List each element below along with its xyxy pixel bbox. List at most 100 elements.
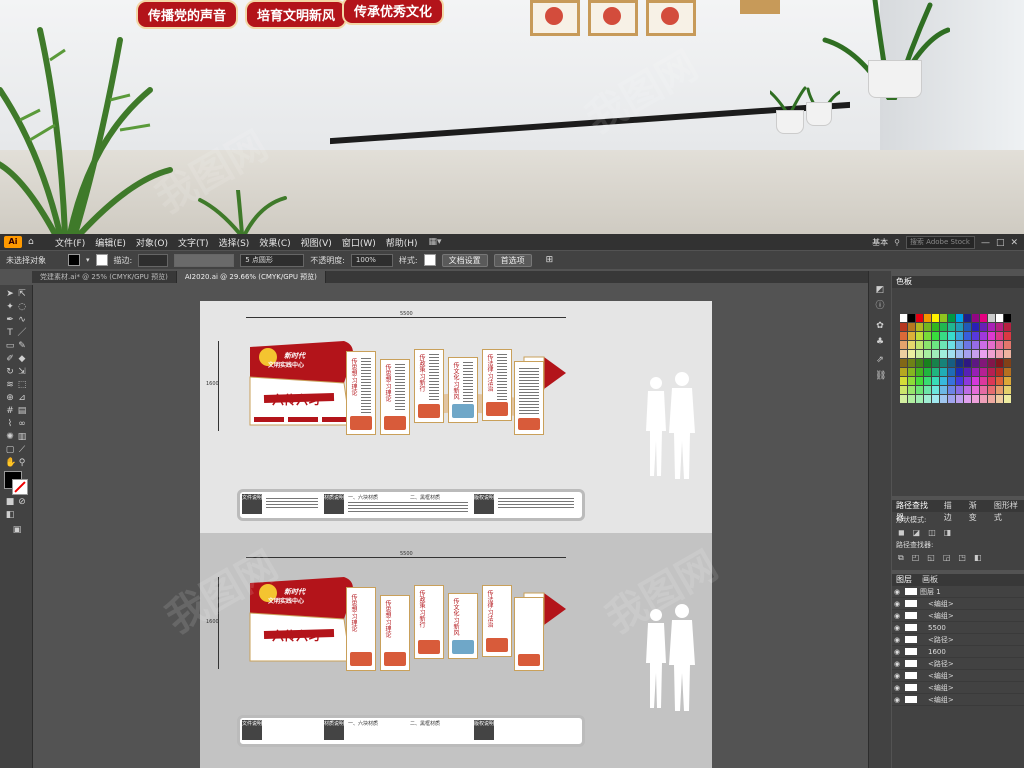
close-icon[interactable]: ✕ <box>1010 238 1018 248</box>
color-swatch[interactable] <box>948 350 955 358</box>
symbols-panel-icon[interactable]: ♣ <box>875 337 885 347</box>
hand-tool-icon[interactable]: ✋ <box>5 458 16 468</box>
minus-front-icon[interactable]: ◪ <box>913 528 921 537</box>
color-swatch[interactable] <box>956 359 963 367</box>
color-swatch[interactable] <box>964 377 971 385</box>
color-swatch[interactable] <box>924 314 931 322</box>
minus-back-icon[interactable]: ◧ <box>974 553 982 563</box>
screen-mode-icon[interactable]: ▣ <box>12 525 22 535</box>
color-swatch[interactable] <box>932 314 939 322</box>
selection-tool-icon[interactable]: ➤ <box>5 289 15 299</box>
minimize-icon[interactable]: — <box>981 238 990 248</box>
layer-row[interactable]: ◉ 图层 1 <box>892 586 1024 598</box>
color-swatch[interactable] <box>964 386 971 394</box>
export-panel-icon[interactable]: ⇗ <box>875 355 885 365</box>
eraser-icon[interactable]: ◆ <box>17 354 27 364</box>
color-swatch[interactable] <box>988 314 995 322</box>
color-swatch[interactable] <box>916 341 923 349</box>
color-swatch[interactable] <box>988 395 995 403</box>
intersect-icon[interactable]: ◫ <box>928 528 936 537</box>
color-swatch[interactable] <box>940 395 947 403</box>
color-swatch[interactable] <box>940 332 947 340</box>
color-swatch[interactable] <box>964 323 971 331</box>
color-swatch[interactable] <box>948 386 955 394</box>
color-swatch[interactable] <box>908 350 915 358</box>
fill-swatch[interactable] <box>68 254 80 266</box>
color-swatch[interactable] <box>948 377 955 385</box>
info-panel-icon[interactable]: ⓘ <box>875 301 885 311</box>
color-swatch[interactable] <box>964 350 971 358</box>
color-swatch[interactable] <box>1004 332 1011 340</box>
divide-icon[interactable]: ⧉ <box>898 553 904 563</box>
color-mode-icon[interactable]: ■ <box>5 497 15 507</box>
mesh-icon[interactable]: # <box>5 406 15 416</box>
color-swatch[interactable] <box>980 359 987 367</box>
color-swatch[interactable] <box>900 314 907 322</box>
eyedropper-icon[interactable]: ⌇ <box>5 419 15 429</box>
color-swatch[interactable] <box>988 386 995 394</box>
color-swatch[interactable] <box>980 368 987 376</box>
brush-definition[interactable]: 5 点圆形 <box>240 253 305 267</box>
tab-artboards[interactable]: 画板 <box>922 574 938 586</box>
color-swatch[interactable] <box>956 341 963 349</box>
color-swatch[interactable] <box>916 323 923 331</box>
color-swatch[interactable] <box>932 377 939 385</box>
color-swatch[interactable] <box>996 323 1003 331</box>
color-swatch[interactable] <box>948 314 955 322</box>
visibility-eye-icon[interactable]: ◉ <box>892 588 902 596</box>
color-swatch[interactable] <box>988 359 995 367</box>
color-swatch[interactable] <box>964 395 971 403</box>
zoom-tool-icon[interactable]: ⚲ <box>17 458 27 468</box>
color-swatch[interactable] <box>908 386 915 394</box>
visibility-eye-icon[interactable]: ◉ <box>892 660 902 668</box>
crop-icon[interactable]: ◲ <box>943 553 951 563</box>
color-swatch[interactable] <box>908 323 915 331</box>
color-swatch[interactable] <box>908 368 915 376</box>
color-swatch[interactable] <box>972 377 979 385</box>
trim-icon[interactable]: ◰ <box>912 553 920 563</box>
swatch-grid[interactable] <box>900 314 1012 406</box>
visibility-eye-icon[interactable]: ◉ <box>892 600 902 608</box>
layer-row[interactable]: ◉ 5500 <box>892 622 1024 634</box>
shaper-tool-icon[interactable]: ✐ <box>5 354 15 364</box>
color-swatch[interactable] <box>964 359 971 367</box>
color-swatch[interactable] <box>924 386 931 394</box>
color-swatch[interactable] <box>972 350 979 358</box>
layer-row[interactable]: ◉ <路径> <box>892 634 1024 646</box>
color-swatch[interactable] <box>924 368 931 376</box>
artboard-1[interactable]: 5500 1600 新时代 文明实践中心 六传六习 传思想·习理论 传思想·习理… <box>200 301 712 533</box>
color-swatch[interactable] <box>916 377 923 385</box>
exclude-icon[interactable]: ◨ <box>944 528 952 537</box>
menu-type[interactable]: 文字(T) <box>173 236 214 249</box>
color-swatch[interactable] <box>956 350 963 358</box>
color-swatch[interactable] <box>924 377 931 385</box>
color-swatch[interactable] <box>948 359 955 367</box>
tab-layers[interactable]: 图层 <box>896 574 912 586</box>
color-swatch[interactable] <box>932 386 939 394</box>
color-swatch[interactable] <box>908 332 915 340</box>
color-swatch[interactable] <box>996 377 1003 385</box>
layer-row[interactable]: ◉ <编组> <box>892 598 1024 610</box>
color-swatch[interactable] <box>1004 395 1011 403</box>
color-swatch[interactable] <box>1004 314 1011 322</box>
tab-pathfinder[interactable]: 路径查找器 <box>896 500 934 522</box>
color-swatch[interactable] <box>916 359 923 367</box>
color-swatch[interactable] <box>940 386 947 394</box>
blend-icon[interactable]: ∞ <box>17 419 27 429</box>
color-swatch[interactable] <box>956 314 963 322</box>
menu-select[interactable]: 选择(S) <box>214 236 255 249</box>
color-swatch[interactable] <box>980 332 987 340</box>
color-swatch[interactable] <box>956 368 963 376</box>
color-swatch[interactable] <box>948 323 955 331</box>
color-swatch[interactable] <box>956 377 963 385</box>
type-tool-icon[interactable]: T <box>5 328 15 338</box>
color-swatch[interactable] <box>900 359 907 367</box>
color-swatch[interactable] <box>948 341 955 349</box>
visibility-eye-icon[interactable]: ◉ <box>892 648 902 656</box>
color-swatch[interactable] <box>956 323 963 331</box>
color-swatch[interactable] <box>980 386 987 394</box>
color-swatch[interactable] <box>980 314 987 322</box>
color-swatch[interactable] <box>988 323 995 331</box>
color-swatch[interactable] <box>940 377 947 385</box>
color-swatch[interactable] <box>980 395 987 403</box>
